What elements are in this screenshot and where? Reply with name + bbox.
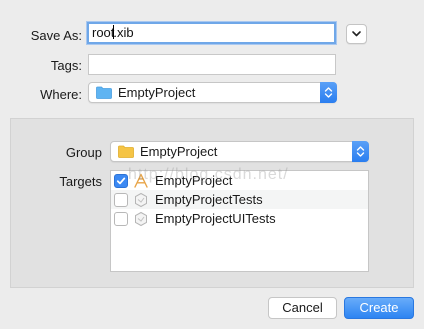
target-name: EmptyProject — [155, 173, 233, 188]
folder-icon — [96, 86, 112, 99]
save-as-label: Save As: — [30, 28, 82, 43]
up-down-arrows-icon — [356, 146, 365, 157]
group-label: Group — [65, 145, 102, 160]
target-row[interactable]: EmptyProjectUITests — [111, 209, 368, 228]
create-button[interactable]: Create — [344, 297, 414, 319]
up-down-arrows-icon — [324, 87, 333, 98]
cancel-button[interactable]: Cancel — [268, 297, 337, 319]
target-name: EmptyProjectTests — [155, 192, 263, 207]
tags-label: Tags: — [50, 58, 82, 73]
targets-list: EmptyProject EmptyProjectTests EmptyProj… — [110, 170, 369, 272]
test-bundle-icon — [135, 211, 147, 226]
target-checkbox[interactable] — [114, 173, 128, 188]
folder-icon — [118, 145, 134, 158]
where-popup[interactable]: EmptyProject — [88, 82, 337, 103]
app-target-icon — [134, 173, 148, 188]
group-value: EmptyProject — [140, 144, 218, 159]
target-checkbox[interactable] — [114, 211, 128, 226]
tags-field[interactable] — [88, 54, 336, 75]
target-row[interactable]: EmptyProject — [111, 171, 368, 190]
chevron-down-icon — [352, 31, 361, 37]
save-as-value-part2: .xib — [113, 25, 134, 40]
where-value: EmptyProject — [118, 85, 196, 100]
expand-collapse-button[interactable] — [346, 24, 367, 44]
save-as-value-part1: root — [92, 25, 115, 40]
target-checkbox[interactable] — [114, 192, 128, 207]
target-name: EmptyProjectUITests — [155, 211, 276, 226]
group-popup-arrows — [352, 141, 369, 162]
targets-label: Targets — [59, 174, 102, 189]
checkmark-icon — [116, 177, 126, 184]
save-as-field[interactable]: root.xib — [87, 22, 336, 44]
target-row[interactable]: EmptyProjectTests — [111, 190, 368, 209]
where-label: Where: — [40, 87, 82, 102]
where-popup-arrows — [320, 82, 337, 103]
group-popup[interactable]: EmptyProject — [110, 141, 369, 162]
test-bundle-icon — [135, 192, 147, 207]
